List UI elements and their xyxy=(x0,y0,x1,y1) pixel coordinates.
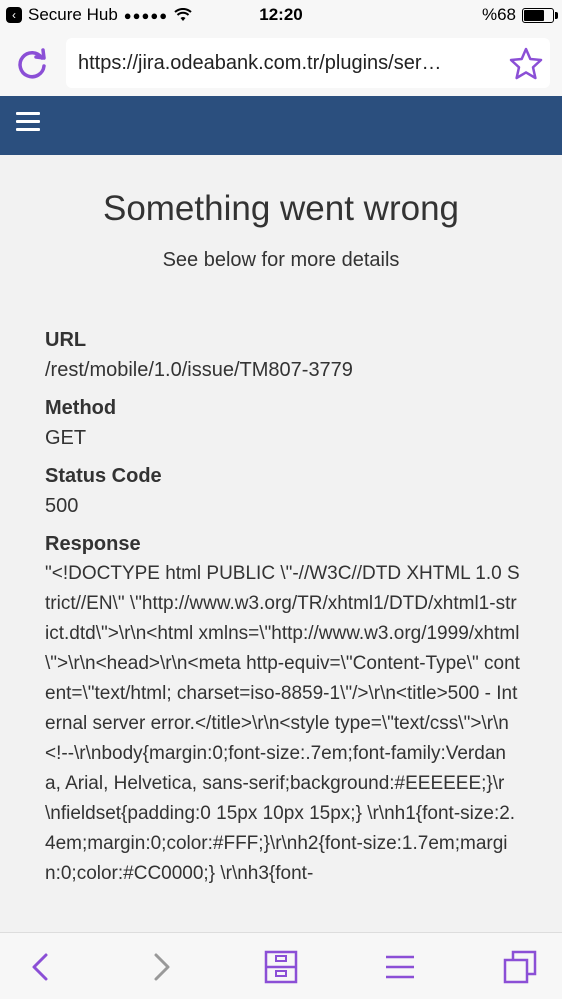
url-value: /rest/mobile/1.0/issue/TM807-3779 xyxy=(45,359,353,381)
clock: 12:20 xyxy=(259,5,303,24)
url-field[interactable]: https://jira.odeabank.com.tr/plugins/ser… xyxy=(66,38,550,88)
app-header xyxy=(0,96,562,155)
browser-address-bar: https://jira.odeabank.com.tr/plugins/ser… xyxy=(0,30,562,96)
battery-percent: %68 xyxy=(481,5,516,24)
response-label: Response xyxy=(45,533,141,555)
battery-fill xyxy=(524,9,545,21)
battery-icon xyxy=(522,7,558,23)
bookmark-star-icon[interactable] xyxy=(508,46,544,82)
url-label: URL xyxy=(45,329,87,351)
status-code-value: 500 xyxy=(45,495,79,517)
method-value: GET xyxy=(45,427,87,449)
error-content: Something went wrong See below for more … xyxy=(0,155,562,933)
back-icon[interactable] xyxy=(24,949,60,985)
browser-toolbar xyxy=(0,932,562,999)
hamburger-menu-icon[interactable] xyxy=(16,112,40,131)
method-label: Method xyxy=(45,397,117,419)
save-icon[interactable] xyxy=(263,949,299,985)
url-text[interactable]: https://jira.odeabank.com.tr/plugins/ser… xyxy=(78,52,498,75)
error-details: URL /rest/mobile/1.0/issue/TM807-3779 Me… xyxy=(45,325,562,889)
response-body: "<!DOCTYPE html PUBLIC \"-//W3C//DTD XHT… xyxy=(45,563,520,884)
forward-icon[interactable] xyxy=(142,949,178,985)
status-bar: ‹ Secure Hub ●●●●● 12:20 %68 xyxy=(0,0,562,30)
status-code-label: Status Code xyxy=(45,465,162,487)
page-subtitle: See below for more details xyxy=(162,249,400,271)
page-title: Something went wrong xyxy=(102,189,460,228)
status-right: %68 xyxy=(481,5,558,25)
tabs-icon[interactable] xyxy=(502,949,538,985)
menu-icon[interactable] xyxy=(382,949,418,985)
reload-icon[interactable] xyxy=(14,46,50,82)
